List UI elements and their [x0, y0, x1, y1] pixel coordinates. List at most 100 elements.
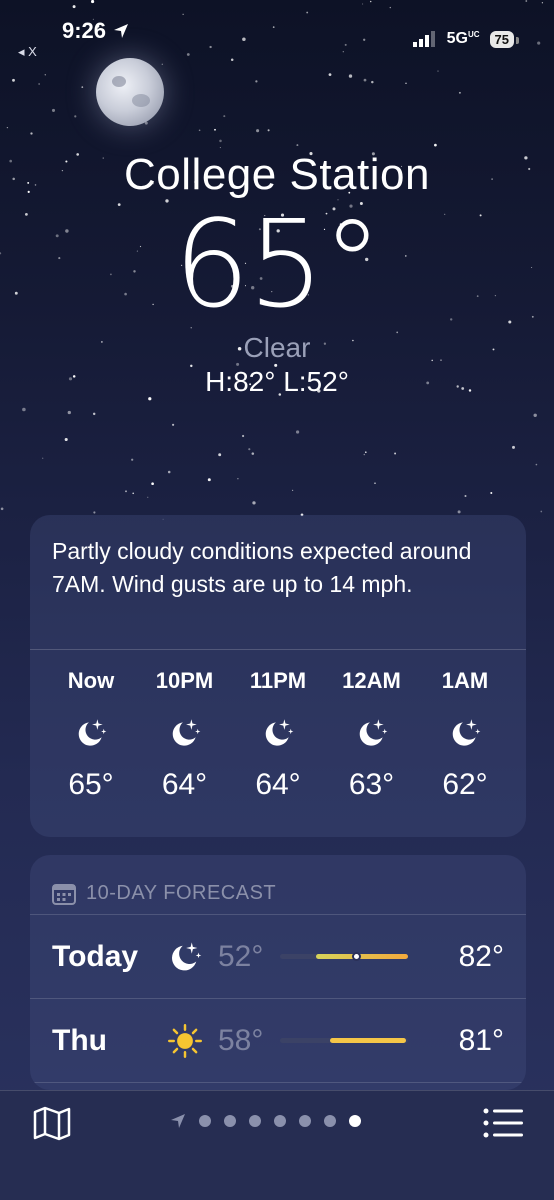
star — [405, 82, 407, 84]
star — [219, 139, 222, 143]
hourly-list: Now 65° 10PM 64° 11PM 64° 12AM 63° 1AM 62° — [30, 650, 526, 802]
star — [0, 507, 4, 511]
star — [92, 412, 96, 416]
list-icon[interactable] — [482, 1107, 524, 1139]
forecast-high: 81° — [458, 1023, 504, 1057]
star — [535, 463, 538, 466]
hour-label: 1AM — [441, 668, 489, 693]
page-dot[interactable] — [224, 1115, 236, 1127]
current-location-arrow-icon[interactable] — [170, 1113, 186, 1129]
hour-temperature: 63° — [348, 768, 395, 801]
star — [167, 470, 171, 474]
hour-item: 12AM 63° — [327, 668, 417, 802]
star — [458, 91, 461, 94]
star — [93, 511, 96, 514]
moon-icon — [96, 58, 164, 126]
location-pager[interactable] — [170, 1113, 361, 1129]
hour-label: 11PM — [249, 668, 307, 693]
city-name: College Station — [124, 150, 430, 199]
hour-label: 10PM — [155, 668, 214, 693]
hour-icon — [233, 698, 323, 768]
star — [172, 423, 175, 426]
forecast-row[interactable]: Today 52° 82° — [30, 915, 526, 999]
temperature-range-bar — [280, 952, 408, 961]
temperature-range-fill — [330, 1038, 406, 1043]
star — [44, 74, 46, 76]
star — [296, 144, 299, 147]
current-condition: Clear — [243, 332, 311, 363]
temperature-range-bar — [280, 1038, 408, 1043]
moon-stars-icon — [265, 719, 294, 746]
star — [218, 453, 222, 457]
forecast-day: Today — [52, 939, 139, 973]
star — [251, 452, 255, 455]
star — [67, 410, 71, 415]
moon-stars-icon — [359, 719, 387, 746]
star — [533, 413, 537, 418]
forecast-low: 58° — [218, 1023, 264, 1057]
page-dot[interactable] — [274, 1115, 286, 1127]
forecast-icon — [160, 1023, 210, 1059]
star — [464, 494, 467, 498]
page-dot[interactable] — [199, 1115, 211, 1127]
network-label: 5G — [446, 30, 468, 47]
page-dot[interactable] — [299, 1115, 311, 1127]
current-temperature: 65° — [173, 196, 383, 335]
star — [371, 80, 374, 84]
forecast-day: Thu — [52, 1023, 107, 1057]
star — [490, 492, 493, 494]
hour-label: Now — [67, 668, 115, 693]
star — [214, 128, 216, 131]
star — [147, 496, 149, 498]
status-indicators: 5GUC 75 — [412, 30, 520, 48]
hour-item: 10PM 64° — [140, 668, 230, 802]
signal-icon — [412, 31, 435, 47]
star — [394, 452, 397, 455]
star — [437, 70, 439, 72]
hour-icon — [46, 698, 136, 768]
star — [151, 482, 154, 486]
star — [38, 83, 40, 85]
forecast-icon — [160, 939, 210, 975]
star — [74, 115, 77, 118]
star — [363, 78, 367, 82]
star — [256, 129, 260, 133]
star — [132, 492, 135, 495]
forecast-rows: Today 52° 82° Thu 58° 81° — [30, 915, 526, 1083]
hour-item: Now 65° — [46, 668, 136, 802]
star — [131, 458, 134, 461]
ten-day-forecast-card[interactable]: 10-DAY FORECAST Today 52° 82° Thu 58° 81° — [30, 855, 526, 1090]
page-dot-active[interactable] — [349, 1115, 361, 1127]
hour-icon — [420, 698, 510, 768]
page-dot[interactable] — [324, 1115, 336, 1127]
page-dot[interactable] — [249, 1115, 261, 1127]
star — [363, 453, 366, 456]
forecast-title: 10-DAY FORECAST — [86, 882, 277, 904]
star — [248, 448, 251, 451]
hour-icon — [140, 698, 230, 768]
sun-icon — [168, 1023, 202, 1058]
map-icon[interactable] — [32, 1105, 72, 1141]
moon-stars-icon — [78, 719, 107, 746]
star — [348, 74, 353, 78]
forecast-high: 82° — [458, 939, 504, 973]
moon-stars-icon — [172, 719, 200, 746]
moon-stars-icon — [452, 719, 481, 746]
star — [512, 445, 515, 449]
forecast-low: 52° — [218, 939, 264, 973]
star — [6, 126, 9, 129]
star — [219, 147, 221, 149]
forecast-row[interactable]: Thu 58° 81° — [30, 999, 526, 1083]
hour-icon — [327, 698, 417, 768]
hourly-forecast-card[interactable]: Partly cloudy conditions expected around… — [30, 515, 526, 837]
star — [291, 489, 294, 492]
temperature-range-fill — [316, 954, 408, 959]
back-to-app-link[interactable]: ◂ X — [18, 44, 37, 60]
moon-stars-icon — [172, 941, 202, 970]
calendar-icon — [52, 883, 76, 905]
forecast-header: 10-DAY FORECAST — [30, 855, 526, 915]
star — [540, 510, 543, 513]
location-header: College Station 65° Clear H:82° L:52° — [0, 150, 554, 398]
hour-temperature: 65° — [68, 768, 114, 801]
hour-temperature: 64° — [255, 768, 301, 801]
